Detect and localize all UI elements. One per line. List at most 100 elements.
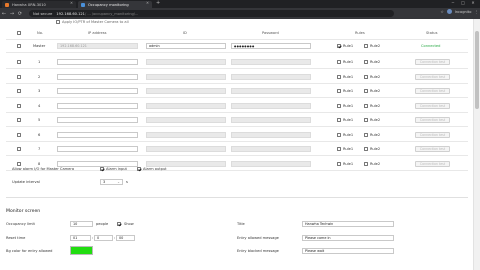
alarm-output-checkbox[interactable] bbox=[137, 167, 141, 171]
apply-to-all-checkbox[interactable] bbox=[56, 20, 60, 24]
rule1-checkbox[interactable] bbox=[337, 74, 341, 79]
update-interval-select[interactable]: 3 ⌄ bbox=[100, 179, 123, 185]
reset-second-input[interactable]: 00 bbox=[116, 235, 135, 241]
ip-input[interactable] bbox=[57, 73, 138, 80]
rule2-checkbox[interactable] bbox=[364, 103, 368, 108]
rule2-checkbox[interactable] bbox=[364, 89, 368, 93]
id-input[interactable] bbox=[146, 73, 226, 80]
rule1-checkbox[interactable] bbox=[337, 118, 341, 122]
row-checkbox[interactable] bbox=[17, 161, 21, 166]
vertical-scrollbar[interactable] bbox=[473, 19, 480, 270]
new-tab-button[interactable]: + bbox=[156, 0, 160, 6]
id-input[interactable] bbox=[146, 131, 226, 138]
connection-test-button[interactable]: Connection test bbox=[415, 160, 450, 167]
password-input[interactable]: ●●●●●●●● bbox=[231, 43, 311, 49]
password-input[interactable] bbox=[231, 102, 311, 109]
password-input[interactable] bbox=[231, 117, 311, 123]
row-divider bbox=[6, 97, 468, 98]
ip-input[interactable] bbox=[57, 102, 138, 109]
rule1-label: Rule1 bbox=[343, 161, 354, 166]
id-input[interactable] bbox=[146, 146, 226, 152]
rule1-checkbox[interactable] bbox=[337, 44, 341, 48]
menu-icon[interactable]: ⋮ bbox=[474, 10, 478, 14]
row-checkbox[interactable] bbox=[17, 132, 21, 137]
ip-input[interactable] bbox=[57, 160, 138, 167]
connection-test-button[interactable]: Connection test bbox=[415, 88, 450, 94]
rule2-label: Rule2 bbox=[370, 118, 381, 122]
show-checkbox[interactable] bbox=[117, 222, 121, 226]
id-input[interactable] bbox=[146, 102, 226, 109]
entry-blocked-input[interactable]: Please wait bbox=[302, 248, 394, 254]
rule1-checkbox[interactable] bbox=[337, 103, 341, 108]
bg-color-picker[interactable] bbox=[70, 246, 93, 255]
password-input[interactable] bbox=[231, 59, 311, 65]
forward-icon[interactable]: → bbox=[8, 10, 16, 18]
row-checkbox[interactable] bbox=[17, 147, 21, 151]
ip-input[interactable]: 192.168.60.121 bbox=[57, 43, 138, 49]
alarm-input-checkbox[interactable] bbox=[100, 167, 104, 171]
row-checkbox[interactable] bbox=[17, 44, 21, 48]
id-input[interactable]: admin bbox=[146, 43, 226, 49]
row-checkbox[interactable] bbox=[17, 60, 21, 64]
password-input[interactable] bbox=[231, 160, 311, 167]
row-checkbox[interactable] bbox=[17, 118, 21, 122]
close-tab-icon[interactable]: ✕ bbox=[70, 1, 73, 5]
tab-hanwha[interactable]: Hanwha XRN-3010 ✕ bbox=[2, 1, 76, 8]
connection-test-button[interactable]: Connection test bbox=[415, 102, 450, 109]
row-checkbox[interactable] bbox=[17, 103, 21, 108]
tab-occupancy[interactable]: Occupancy monitoring ✕ bbox=[78, 1, 152, 8]
rule1-checkbox[interactable] bbox=[337, 132, 341, 137]
ip-input[interactable] bbox=[57, 117, 138, 123]
rule2-checkbox[interactable] bbox=[364, 118, 368, 122]
omnibox[interactable]: Not secure 192.168.60.121 / ... /occupan… bbox=[29, 10, 394, 17]
rule2-checkbox[interactable] bbox=[364, 161, 368, 166]
id-input[interactable] bbox=[146, 88, 226, 94]
ip-input[interactable] bbox=[57, 146, 138, 152]
back-icon[interactable]: ← bbox=[0, 10, 8, 18]
id-input[interactable] bbox=[146, 117, 226, 123]
reset-minute-input[interactable]: 0 bbox=[94, 235, 113, 241]
connection-test-button[interactable]: Connection test bbox=[415, 59, 450, 65]
password-input[interactable] bbox=[231, 146, 311, 152]
connection-test-button[interactable]: Connection test bbox=[415, 117, 450, 123]
row-number: 2 bbox=[38, 74, 41, 79]
rule2-label: Rule2 bbox=[370, 147, 381, 151]
select-all-checkbox[interactable] bbox=[17, 31, 21, 35]
rule2-checkbox[interactable] bbox=[364, 147, 368, 151]
rule2-checkbox[interactable] bbox=[364, 74, 368, 79]
occupancy-limit-input[interactable]: 10 bbox=[70, 221, 93, 227]
rule1-checkbox[interactable] bbox=[337, 60, 341, 64]
star-icon[interactable]: ☆ bbox=[440, 10, 443, 14]
password-input[interactable] bbox=[231, 88, 311, 94]
id-input[interactable] bbox=[146, 59, 226, 65]
reset-hour-input[interactable]: 01 bbox=[70, 235, 91, 241]
rule2-checkbox[interactable] bbox=[364, 44, 368, 48]
row-checkbox[interactable] bbox=[17, 74, 21, 79]
ip-input[interactable] bbox=[57, 88, 138, 94]
close-window-icon[interactable]: ✕ bbox=[468, 0, 478, 5]
entry-allowed-label: Entry allowed message bbox=[237, 236, 279, 240]
profile-avatar[interactable] bbox=[446, 9, 452, 14]
id-input[interactable] bbox=[146, 160, 226, 167]
minimize-icon[interactable]: ─ bbox=[448, 0, 458, 5]
close-tab-icon[interactable]: ✕ bbox=[146, 1, 149, 5]
rule2-checkbox[interactable] bbox=[364, 132, 368, 137]
connection-test-button[interactable]: Connection test bbox=[415, 131, 450, 138]
rule1-checkbox[interactable] bbox=[337, 147, 341, 151]
password-input[interactable] bbox=[231, 131, 311, 138]
rule2-checkbox[interactable] bbox=[364, 60, 368, 64]
connection-test-button[interactable]: Connection test bbox=[415, 146, 450, 152]
rule1-checkbox[interactable] bbox=[337, 89, 341, 93]
row-checkbox[interactable] bbox=[17, 89, 21, 93]
ip-input[interactable] bbox=[57, 59, 138, 65]
password-input[interactable] bbox=[231, 73, 311, 80]
reload-icon[interactable]: ⟳ bbox=[16, 10, 24, 18]
ip-input[interactable] bbox=[57, 131, 138, 138]
scrollbar-thumb[interactable] bbox=[475, 31, 479, 109]
entry-allowed-input[interactable]: Please come in bbox=[302, 235, 394, 241]
maximize-icon[interactable]: □ bbox=[458, 0, 468, 5]
rule1-checkbox[interactable] bbox=[337, 161, 341, 166]
title-input[interactable]: Hanwha Techwin bbox=[302, 221, 394, 227]
connection-test-button[interactable]: Connection test bbox=[415, 73, 450, 80]
row-number: 1 bbox=[38, 60, 41, 64]
